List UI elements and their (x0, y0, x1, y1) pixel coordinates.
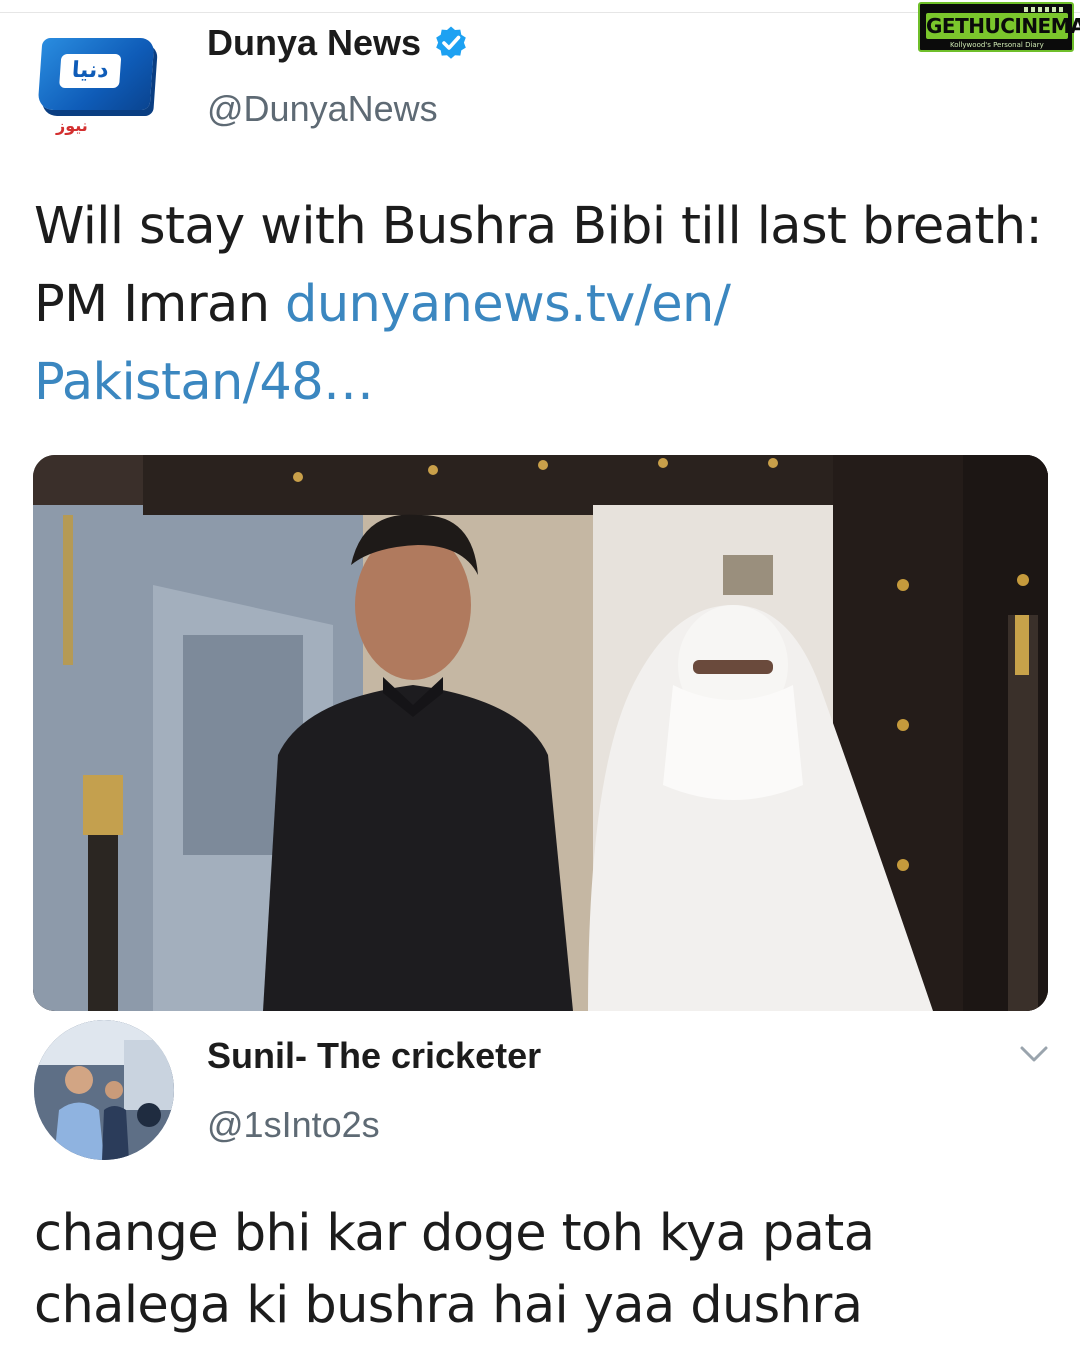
tweet-text: Will stay with Bushra Bibi till last bre… (34, 188, 1044, 422)
reply-author-handle[interactable]: @1sInto2s (207, 1104, 380, 1146)
reply-avatar[interactable] (34, 1020, 174, 1160)
watermark-brand: GETHUCINEMA (926, 13, 1080, 39)
author-name-text: Dunya News (207, 22, 422, 63)
author-display-name[interactable]: Dunya News (207, 22, 469, 64)
chevron-down-icon[interactable] (1016, 1040, 1052, 1068)
logo-text: دنیا (70, 58, 110, 83)
photo-image (33, 455, 1048, 1011)
author-handle[interactable]: @DunyaNews (207, 88, 438, 130)
tv-screen-icon: دنیا (37, 38, 155, 110)
tweet-photo[interactable] (33, 455, 1048, 1011)
watermark-logo: GETHUCINEMA Kollywood's Personal Diary (918, 2, 1080, 52)
reply-text: change bhi kar doge toh kya pata chalega… (34, 1204, 875, 1335)
film-strip-icon (1024, 7, 1066, 12)
reply-author-name[interactable]: Sunil- The cricketer (207, 1035, 541, 1077)
verified-badge-icon (433, 25, 469, 61)
watermark-tagline: Kollywood's Personal Diary (950, 41, 1044, 49)
dunya-news-avatar[interactable]: دنیا نیوز (34, 34, 166, 144)
reply-avatar-image (34, 1020, 174, 1160)
logo-subtext: نیوز (56, 116, 88, 135)
